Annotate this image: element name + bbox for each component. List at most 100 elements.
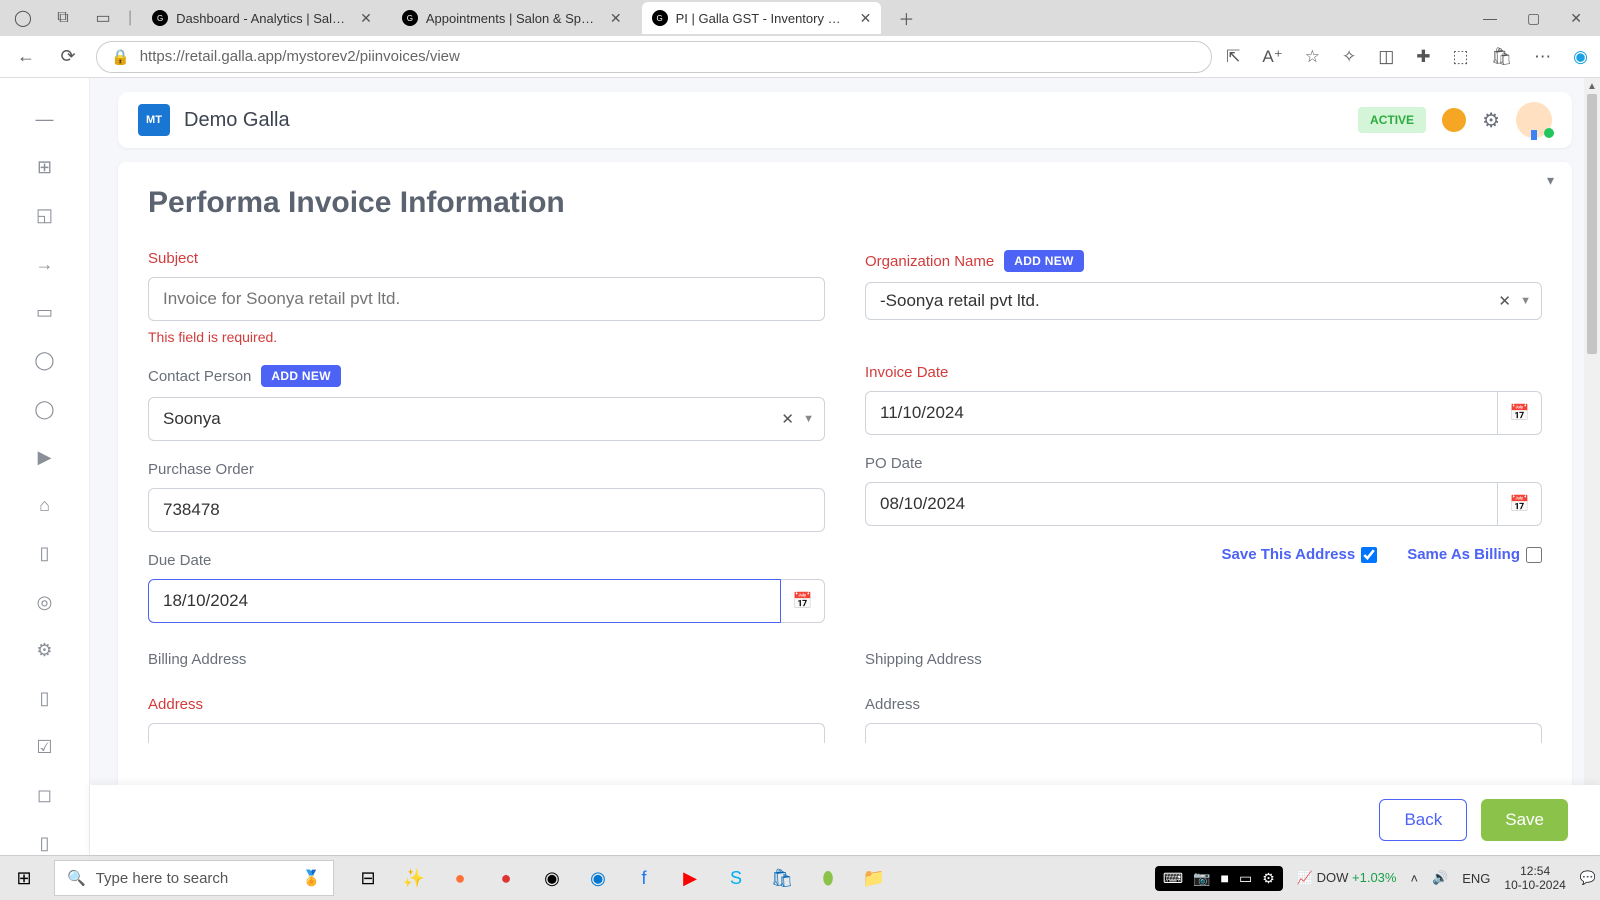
search-badge-icon: 🏅 (302, 869, 321, 887)
arrow-right-icon[interactable]: → (33, 253, 57, 275)
profile-icon[interactable]: ◯ (8, 3, 38, 33)
tab-pi-galla[interactable]: G PI | Galla GST - Inventory Software ✕ (642, 2, 882, 34)
settings-icon[interactable]: ⚙ (1482, 108, 1500, 133)
clear-icon[interactable]: ✕ (781, 410, 794, 428)
calendar-icon[interactable]: 📅 (1498, 391, 1542, 435)
firefox-icon[interactable]: ● (444, 862, 476, 894)
favorite-icon[interactable]: ☆ (1305, 47, 1320, 67)
workspaces-icon[interactable]: ⧉ (48, 3, 78, 33)
start-button[interactable]: ⊞ (4, 858, 44, 898)
store-icon[interactable]: 🛍 (766, 862, 798, 894)
split-icon[interactable]: ◫ (1378, 47, 1394, 67)
tab-label: Dashboard - Analytics | Salon & S (176, 11, 346, 26)
collections-icon[interactable]: ✚ (1416, 47, 1430, 67)
stock-widget[interactable]: 📈 DOW +1.03% (1297, 870, 1397, 886)
close-icon[interactable]: ✕ (610, 10, 622, 27)
subject-text[interactable] (163, 289, 810, 309)
scroll-thumb[interactable] (1587, 94, 1597, 354)
chrome-icon[interactable]: ◉ (536, 862, 568, 894)
close-icon[interactable]: ✕ (860, 10, 872, 27)
save-address-toggle[interactable]: Save This Address (1222, 546, 1378, 563)
ticket-icon[interactable]: ▭ (33, 301, 57, 323)
scrollbar[interactable]: ▲ ▼ (1584, 78, 1600, 855)
refresh-icon[interactable]: ⟳ (54, 46, 82, 67)
edge-icon[interactable]: ◉ (582, 862, 614, 894)
pin-icon[interactable]: ◎ (33, 591, 57, 613)
skype-icon[interactable]: S (720, 862, 752, 894)
tab-dashboard[interactable]: G Dashboard - Analytics | Salon & S ✕ (142, 2, 382, 34)
collapse-icon[interactable]: — (33, 108, 57, 130)
user2-icon[interactable]: ◯ (33, 398, 57, 420)
book-icon[interactable]: ▯ (33, 543, 57, 565)
dashboard-icon[interactable]: ⊞ (33, 156, 57, 178)
calendar-icon[interactable]: 📅 (1498, 482, 1542, 526)
maximize-icon[interactable]: ▢ (1527, 10, 1540, 27)
volume-icon[interactable]: 🔊 (1432, 870, 1448, 886)
camera-icon[interactable]: ◻ (33, 784, 57, 806)
avatar[interactable] (1516, 102, 1552, 138)
menu-icon[interactable]: ⋯ (1534, 47, 1551, 67)
tab-appointments[interactable]: G Appointments | Salon & Spa Man ✕ (392, 2, 632, 34)
minimize-icon[interactable]: — (1483, 10, 1497, 27)
user-icon[interactable]: ◯ (33, 350, 57, 372)
org-select[interactable]: -Soonya retail pvt ltd. ✕ ▼ (865, 282, 1542, 320)
close-window-icon[interactable]: ✕ (1570, 10, 1582, 27)
tab-actions-icon[interactable]: ▭ (88, 3, 118, 33)
label-shipping-address: Address (865, 696, 1542, 713)
facebook-icon[interactable]: f (628, 862, 660, 894)
save-button[interactable]: Save (1481, 799, 1568, 841)
shipping-address-input[interactable] (865, 723, 1542, 743)
task-view-icon[interactable]: ⊟ (352, 862, 384, 894)
back-button[interactable]: Back (1379, 799, 1467, 841)
youtube-icon[interactable]: ▶ (674, 862, 706, 894)
play-icon[interactable]: ▶ (33, 446, 57, 468)
save-address-checkbox[interactable] (1361, 547, 1377, 563)
chevron-down-icon[interactable]: ▼ (803, 413, 814, 425)
cube-icon[interactable]: ◱ (33, 205, 57, 227)
explorer-icon[interactable]: 📁 (858, 862, 890, 894)
url-input[interactable]: 🔒 https://retail.galla.app/mystorev2/pii… (96, 41, 1212, 73)
basket-icon[interactable]: ⌂ (33, 495, 57, 517)
shopping-icon[interactable]: 🛍 (1491, 47, 1513, 67)
contact-select[interactable]: Soonya ✕ ▼ (148, 397, 825, 441)
same-as-billing-toggle[interactable]: Same As Billing (1407, 546, 1542, 563)
gear-icon[interactable]: ⚙ (33, 639, 57, 661)
doc-icon[interactable]: ▯ (33, 833, 57, 855)
add-org-button[interactable]: ADD NEW (1004, 250, 1083, 272)
podate-input[interactable]: 08/10/2024 (865, 482, 1498, 526)
chevron-up-icon[interactable]: ˄ (1410, 871, 1418, 886)
close-icon[interactable]: ✕ (360, 10, 372, 27)
scroll-up-icon[interactable]: ▲ (1584, 78, 1600, 94)
coin-icon[interactable] (1442, 108, 1466, 132)
check-icon[interactable]: ☑ (33, 736, 57, 758)
downloads-icon[interactable]: ⬚ (1453, 47, 1469, 67)
recording-overlay[interactable]: ⌨ 📷 ■ ▭ ⚙ (1155, 866, 1283, 891)
calendar-icon[interactable]: 📅 (781, 579, 825, 623)
clear-icon[interactable]: ✕ (1498, 292, 1511, 310)
billing-address-input[interactable] (148, 723, 825, 743)
copilot-icon[interactable]: ✨ (398, 862, 430, 894)
clock[interactable]: 12:54 10-10-2024 (1504, 864, 1565, 893)
po-input[interactable]: 738478 (148, 488, 825, 532)
file-icon[interactable]: ▯ (33, 688, 57, 710)
back-icon[interactable]: ← (12, 46, 40, 67)
label-podate: PO Date (865, 455, 1542, 472)
new-tab-button[interactable]: ＋ (891, 3, 921, 33)
app-icon[interactable]: ⬮ (812, 862, 844, 894)
chevron-down-icon[interactable]: ▼ (1520, 295, 1531, 307)
extensions-icon[interactable]: ✧ (1342, 47, 1356, 67)
copilot-icon[interactable]: ◉ (1573, 47, 1588, 67)
notifications-icon[interactable]: 💬 (1580, 870, 1596, 886)
invdate-input[interactable]: 11/10/2024 (865, 391, 1498, 435)
taskbar-search[interactable]: 🔍 Type here to search 🏅 (54, 860, 334, 896)
read-aloud-icon[interactable]: A⁺ (1262, 47, 1282, 67)
language-indicator[interactable]: ENG (1462, 871, 1490, 886)
add-contact-button[interactable]: ADD NEW (261, 365, 340, 387)
record-icon[interactable]: ● (490, 862, 522, 894)
share-icon[interactable]: ⇱ (1226, 47, 1240, 67)
due-input[interactable]: 18/10/2024 (148, 579, 781, 623)
subject-input[interactable] (148, 277, 825, 321)
collapse-icon[interactable]: ▾ (1547, 172, 1554, 189)
same-billing-checkbox[interactable] (1526, 547, 1542, 563)
status-badge: ACTIVE (1358, 107, 1426, 133)
